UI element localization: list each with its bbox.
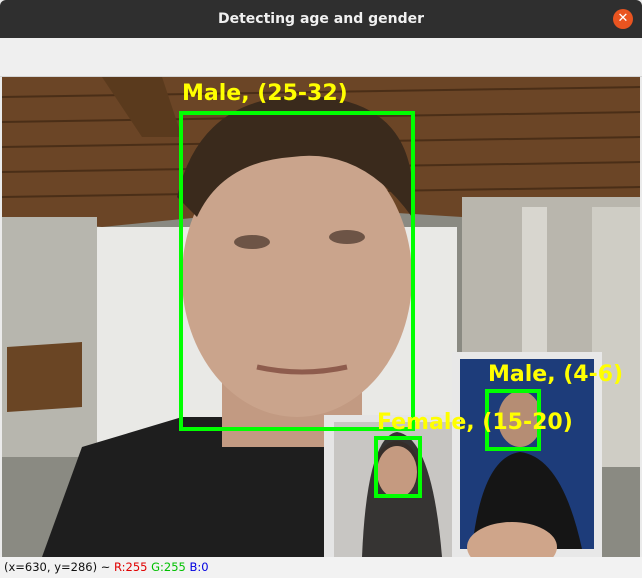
camera-frame[interactable]: Male, (25-32) Male, (4-6) Female, (15-20… bbox=[2, 77, 640, 557]
app-window: Detecting age and gender ✕ Male, (25-32)… bbox=[0, 0, 642, 578]
status-bar: (x=630, y=286) ~ R:255 G:255 B:0 bbox=[0, 557, 642, 578]
title-bar[interactable]: Detecting age and gender ✕ bbox=[0, 0, 642, 38]
pixel-g: G:255 bbox=[151, 560, 186, 574]
close-button[interactable]: ✕ bbox=[613, 9, 633, 29]
pixel-r: R:255 bbox=[114, 560, 148, 574]
close-icon: ✕ bbox=[617, 11, 629, 26]
face-label-3: Female, (15-20) bbox=[377, 410, 573, 435]
face-box-1 bbox=[179, 111, 415, 431]
face-label-1: Male, (25-32) bbox=[182, 81, 348, 106]
pixel-b: B:0 bbox=[189, 560, 209, 574]
window-title: Detecting age and gender bbox=[217, 11, 424, 27]
face-label-2: Male, (4-6) bbox=[488, 362, 624, 387]
cursor-coords: (x=630, y=286) ~ bbox=[4, 560, 111, 574]
toolbar bbox=[0, 38, 642, 77]
face-box-3 bbox=[374, 436, 422, 498]
